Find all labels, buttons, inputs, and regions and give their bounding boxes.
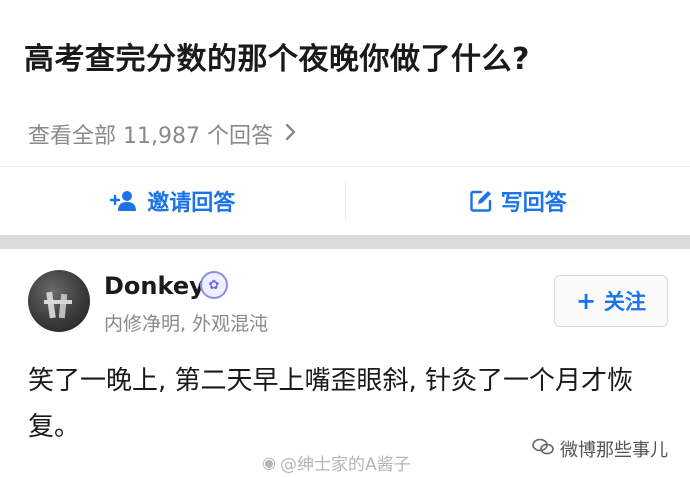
invite-answer-button[interactable]: 邀请回答 (0, 167, 345, 235)
plus-icon: + (575, 287, 597, 315)
view-all-label: 查看全部 11,987 个回答 (28, 124, 273, 149)
view-all-answers-link[interactable]: 查看全部 11,987 个回答 (28, 118, 297, 150)
watermark-right: 微博那些事儿 (532, 436, 668, 462)
watermark-left: ◉ @绅士家的A酱子 (262, 450, 411, 475)
avatar[interactable] (28, 270, 90, 332)
verified-badge-icon: ✿ (200, 271, 228, 299)
write-answer-button[interactable]: 写回答 (346, 167, 690, 235)
add-user-icon (109, 190, 139, 212)
follow-button[interactable]: + 关注 (554, 275, 668, 327)
watermark-left-text: @绅士家的A酱子 (279, 455, 411, 475)
chevron-right-icon (285, 122, 297, 146)
question-title: 高考查完分数的那个夜晚你做了什么? (24, 42, 530, 77)
invite-answer-label: 邀请回答 (147, 191, 236, 216)
follow-label: 关注 (604, 290, 647, 314)
weibo-icon: ◉ (262, 453, 276, 472)
wechat-icon (532, 438, 554, 461)
write-answer-label: 写回答 (500, 191, 567, 216)
watermark-right-text: 微博那些事儿 (560, 440, 668, 461)
action-bar: 邀请回答 写回答 (0, 167, 690, 235)
author-name[interactable]: Donkey (104, 272, 205, 300)
edit-icon (469, 189, 493, 213)
author-bio: 内修净明, 外观混沌 (104, 313, 269, 335)
section-separator-band (0, 235, 690, 249)
